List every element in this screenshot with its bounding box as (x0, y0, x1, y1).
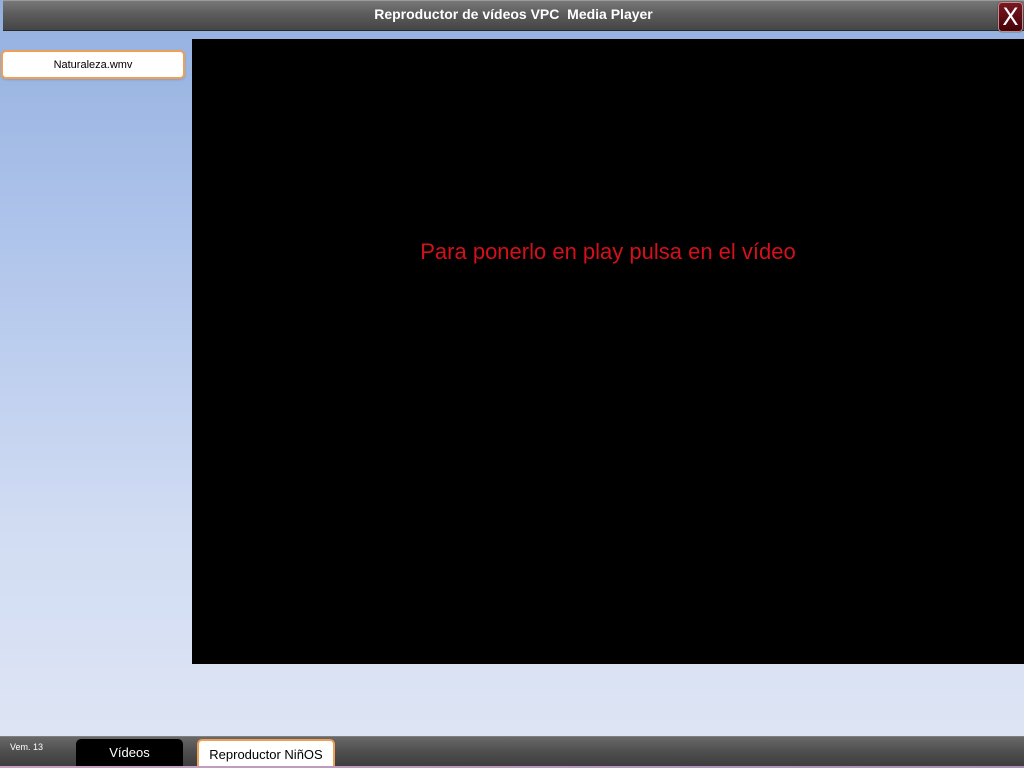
play-hint-text: Para ponerlo en play pulsa en el vídeo (420, 239, 796, 264)
playlist: Naturaleza.wmv (0, 50, 190, 79)
window-title: Reproductor de vídeos VPC Media Player (374, 6, 653, 22)
reproductor-ninos-tab-button[interactable]: Reproductor NiñOS (197, 739, 335, 768)
taskbar: Vem. 13 Vídeos Reproductor NiñOS (0, 736, 1024, 768)
videos-tab-button[interactable]: Vídeos (76, 739, 183, 768)
version-label: Vem. 13 (10, 742, 44, 752)
video-player[interactable]: Para ponerlo en play pulsa en el vídeo (192, 39, 1024, 664)
close-icon: X (1002, 3, 1019, 31)
title-bar: Reproductor de vídeos VPC Media Player (3, 0, 1024, 31)
playlist-item-naturaleza[interactable]: Naturaleza.wmv (1, 50, 185, 79)
close-button[interactable]: X (998, 2, 1023, 32)
